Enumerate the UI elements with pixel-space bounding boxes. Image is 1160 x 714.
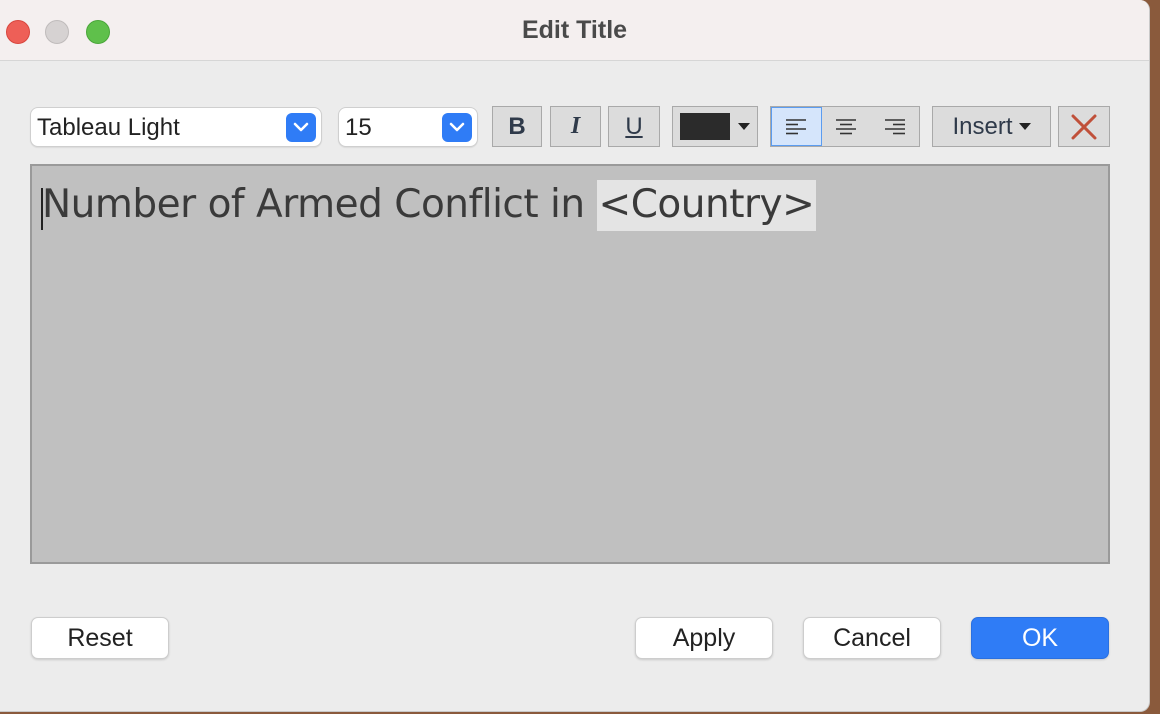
align-right-icon: [884, 118, 905, 134]
italic-button[interactable]: I: [550, 106, 601, 147]
bold-button[interactable]: B: [492, 106, 542, 147]
apply-button[interactable]: Apply: [635, 617, 773, 659]
insert-menu-button[interactable]: Insert: [932, 106, 1051, 147]
cancel-button[interactable]: Cancel: [803, 617, 941, 659]
font-size-value: 15: [345, 114, 372, 141]
underline-button[interactable]: U: [608, 106, 660, 147]
ok-button[interactable]: OK: [971, 617, 1109, 659]
align-center-button[interactable]: [822, 107, 871, 146]
chevron-down-icon: [286, 113, 316, 142]
caret-down-icon: [1018, 123, 1031, 130]
caret-down-icon: [738, 123, 750, 130]
alignment-group: [770, 106, 920, 147]
font-family-select[interactable]: Tableau Light: [30, 107, 322, 147]
align-left-icon: [786, 118, 807, 134]
country-field-token[interactable]: <Country>: [596, 180, 817, 231]
close-icon: [1071, 114, 1097, 139]
clear-button[interactable]: [1058, 106, 1110, 147]
edit-title-dialog: Edit Title Tableau Light 15 B I U Insert…: [0, 0, 1150, 712]
chevron-down-icon: [442, 113, 472, 142]
title-bar: Edit Title: [0, 0, 1149, 61]
title-static-text: Number of Armed Conflict in: [42, 182, 597, 227]
font-size-select[interactable]: 15: [338, 107, 478, 147]
align-left-button[interactable]: [771, 107, 822, 146]
text-color-picker[interactable]: [672, 106, 758, 147]
title-text: Number of Armed Conflict in <Country>: [42, 180, 817, 231]
font-family-value: Tableau Light: [37, 114, 180, 141]
color-swatch: [680, 113, 730, 140]
align-center-icon: [836, 118, 856, 134]
align-right-button[interactable]: [870, 107, 919, 146]
insert-label: Insert: [952, 112, 1013, 140]
window-title: Edit Title: [521, 16, 628, 44]
title-text-editor[interactable]: Number of Armed Conflict in <Country>: [30, 164, 1110, 564]
reset-button[interactable]: Reset: [31, 617, 169, 659]
